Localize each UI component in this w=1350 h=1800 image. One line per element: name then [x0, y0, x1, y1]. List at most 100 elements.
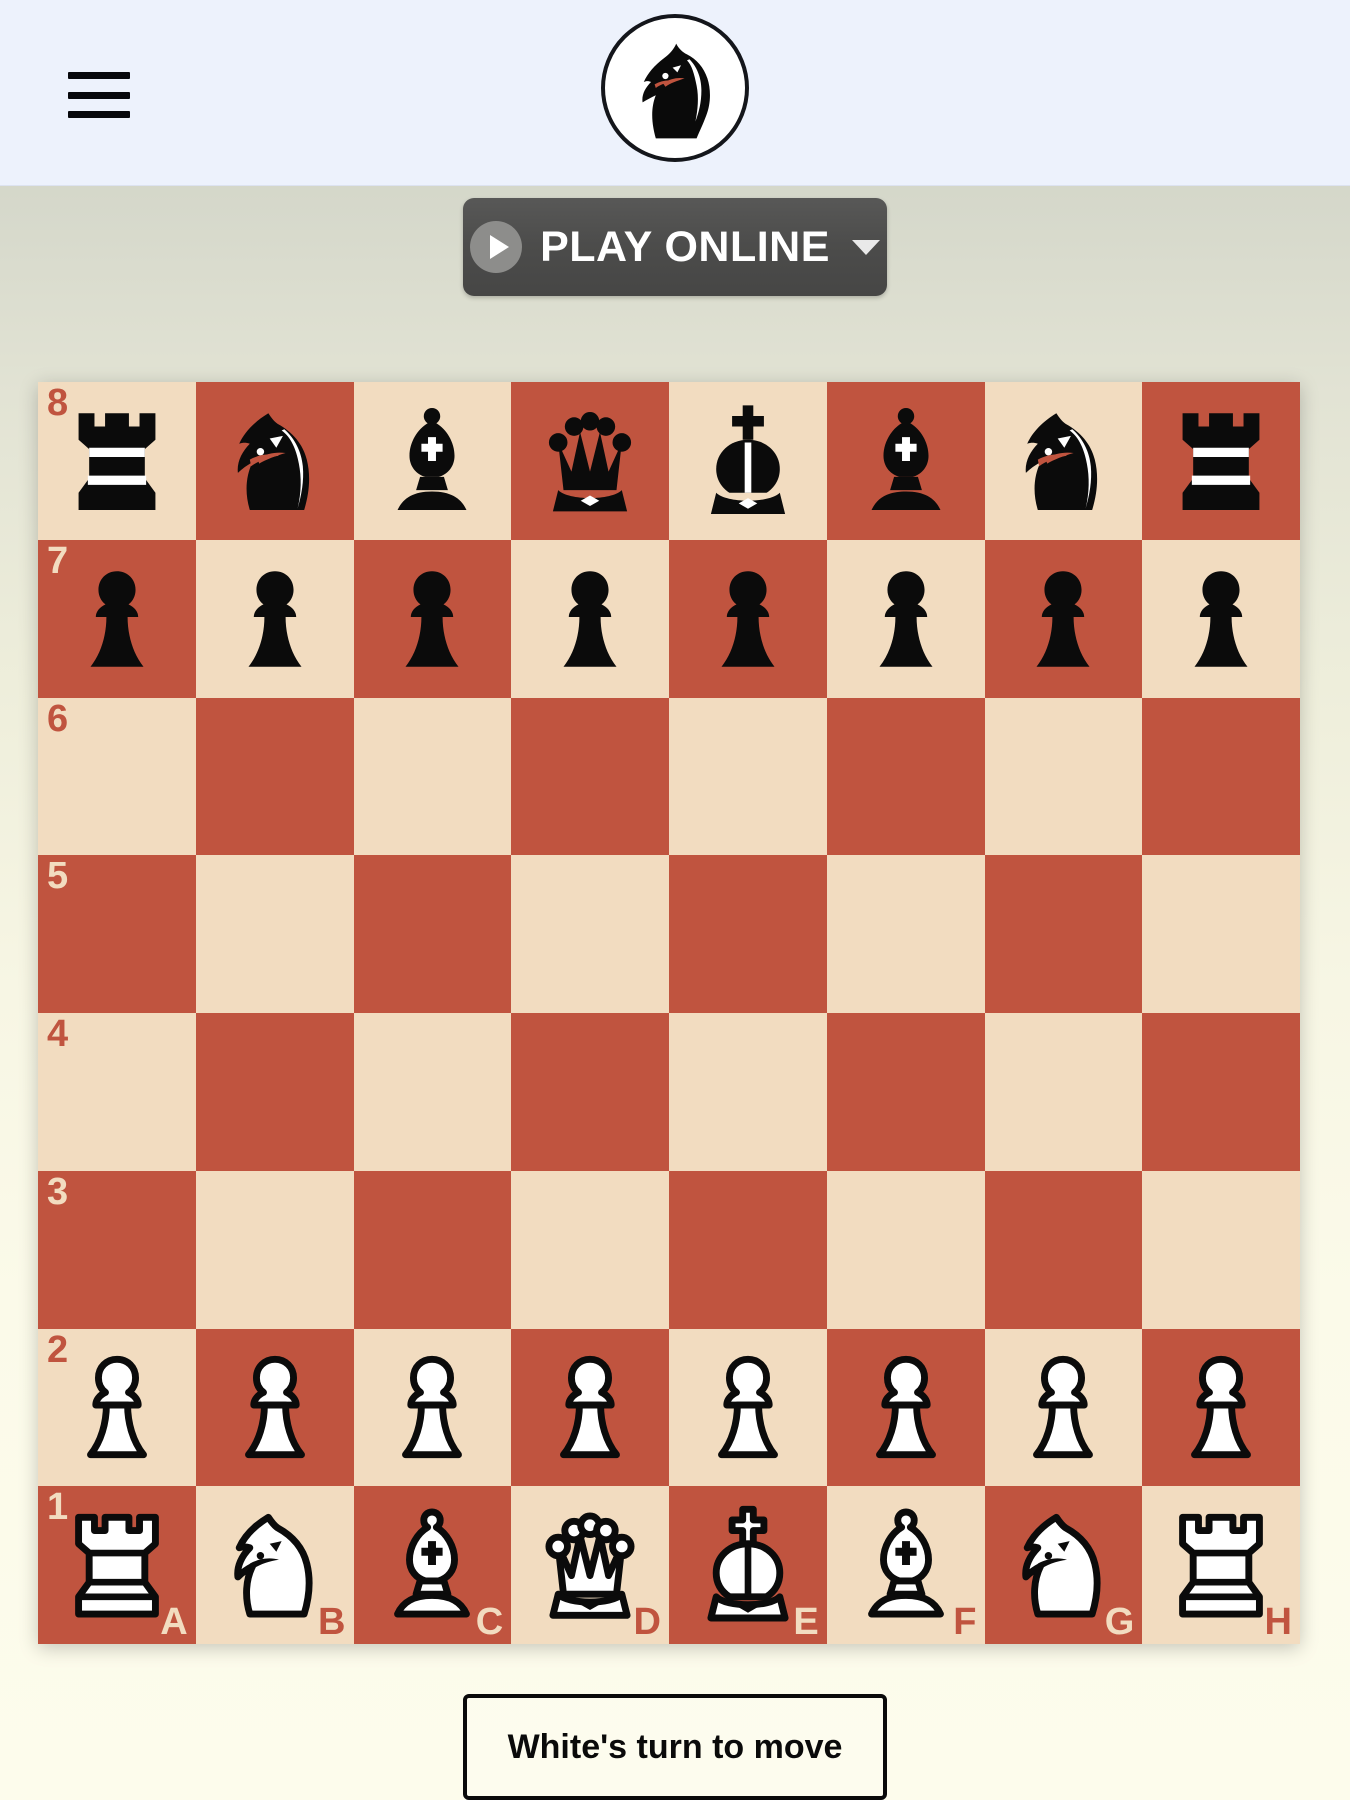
board-square-b6[interactable] [195, 697, 354, 856]
board-square-g1[interactable]: G [984, 1486, 1143, 1644]
board-square-g6[interactable] [984, 697, 1143, 856]
board-square-g5[interactable] [984, 855, 1143, 1013]
board-square-b5[interactable] [195, 855, 354, 1013]
black-pawn-piece[interactable] [1155, 552, 1288, 685]
board-square-c1[interactable]: C [353, 1486, 512, 1644]
board-square-a8[interactable]: 8 [38, 382, 196, 540]
board-square-e2[interactable] [669, 1328, 827, 1487]
hamburger-menu-icon[interactable] [68, 72, 130, 118]
board-square-b1[interactable]: B [195, 1486, 354, 1644]
board-square-c4[interactable] [353, 1013, 512, 1171]
board-square-f7[interactable] [826, 539, 985, 698]
black-rook-piece[interactable] [1155, 395, 1288, 528]
black-queen-piece[interactable] [524, 395, 657, 528]
board-square-e8[interactable] [669, 382, 827, 540]
white-rook-piece[interactable] [1155, 1499, 1288, 1632]
board-square-a1[interactable]: 1A [38, 1486, 196, 1644]
board-square-c3[interactable] [353, 1170, 512, 1329]
black-bishop-piece[interactable] [839, 395, 972, 528]
board-square-h6[interactable] [1142, 697, 1300, 856]
white-knight-piece[interactable] [997, 1499, 1130, 1632]
white-rook-piece[interactable] [51, 1499, 184, 1632]
black-pawn-piece[interactable] [524, 552, 657, 685]
black-pawn-piece[interactable] [682, 552, 815, 685]
board-square-e6[interactable] [669, 697, 827, 856]
board-square-g2[interactable] [984, 1328, 1143, 1487]
white-queen-piece[interactable] [524, 1499, 657, 1632]
white-pawn-piece[interactable] [682, 1341, 815, 1474]
board-square-c2[interactable] [353, 1328, 512, 1487]
black-pawn-piece[interactable] [997, 552, 1130, 685]
board-square-e5[interactable] [669, 855, 827, 1013]
board-square-d7[interactable] [511, 539, 669, 698]
board-square-d4[interactable] [511, 1013, 669, 1171]
black-rook-piece[interactable] [51, 395, 184, 528]
board-square-a6[interactable]: 6 [38, 697, 196, 856]
play-online-button[interactable]: PLAY ONLINE [463, 198, 887, 296]
white-pawn-piece[interactable] [997, 1341, 1130, 1474]
board-square-c5[interactable] [353, 855, 512, 1013]
board-square-e7[interactable] [669, 539, 827, 698]
black-bishop-piece[interactable] [366, 395, 499, 528]
board-square-g3[interactable] [984, 1170, 1143, 1329]
board-square-f6[interactable] [826, 697, 985, 856]
board-square-a7[interactable]: 7 [38, 539, 196, 698]
white-pawn-piece[interactable] [524, 1341, 657, 1474]
board-square-b2[interactable] [195, 1328, 354, 1487]
black-king-piece[interactable] [682, 395, 815, 528]
board-square-d3[interactable] [511, 1170, 669, 1329]
board-square-d2[interactable] [511, 1328, 669, 1487]
black-pawn-piece[interactable] [839, 552, 972, 685]
board-square-h3[interactable] [1142, 1170, 1300, 1329]
board-square-d8[interactable] [511, 382, 669, 540]
board-square-f4[interactable] [826, 1013, 985, 1171]
board-square-d1[interactable]: D [511, 1486, 669, 1644]
caret-down-icon[interactable] [851, 239, 880, 255]
board-square-b4[interactable] [195, 1013, 354, 1171]
board-square-c7[interactable] [353, 539, 512, 698]
board-square-b8[interactable] [195, 382, 354, 540]
white-pawn-piece[interactable] [366, 1341, 499, 1474]
white-pawn-piece[interactable] [208, 1341, 341, 1474]
board-square-f1[interactable]: F [826, 1486, 985, 1644]
white-bishop-piece[interactable] [366, 1499, 499, 1632]
white-pawn-piece[interactable] [51, 1341, 184, 1474]
board-square-a4[interactable]: 4 [38, 1013, 196, 1171]
board-square-h2[interactable] [1142, 1328, 1300, 1487]
board-square-g7[interactable] [984, 539, 1143, 698]
board-square-b3[interactable] [195, 1170, 354, 1329]
board-square-d6[interactable] [511, 697, 669, 856]
black-pawn-piece[interactable] [208, 552, 341, 685]
white-knight-piece[interactable] [208, 1499, 341, 1632]
board-square-c8[interactable] [353, 382, 512, 540]
board-square-e1[interactable]: E [669, 1486, 827, 1644]
board-square-e4[interactable] [669, 1013, 827, 1171]
board-square-f2[interactable] [826, 1328, 985, 1487]
white-bishop-piece[interactable] [839, 1499, 972, 1632]
board-square-f8[interactable] [826, 382, 985, 540]
board-square-e3[interactable] [669, 1170, 827, 1329]
board-square-d5[interactable] [511, 855, 669, 1013]
black-pawn-piece[interactable] [366, 552, 499, 685]
board-square-h5[interactable] [1142, 855, 1300, 1013]
board-square-b7[interactable] [195, 539, 354, 698]
black-knight-piece[interactable] [997, 395, 1130, 528]
board-square-h1[interactable]: H [1142, 1486, 1300, 1644]
board-square-f5[interactable] [826, 855, 985, 1013]
black-knight-piece[interactable] [208, 395, 341, 528]
board-square-a5[interactable]: 5 [38, 855, 196, 1013]
board-square-c6[interactable] [353, 697, 512, 856]
board-square-a2[interactable]: 2 [38, 1328, 196, 1487]
chess-board[interactable]: 8 7654321A B C D E F G H [38, 382, 1300, 1644]
white-pawn-piece[interactable] [1155, 1341, 1288, 1474]
white-pawn-piece[interactable] [839, 1341, 972, 1474]
board-square-f3[interactable] [826, 1170, 985, 1329]
board-square-a3[interactable]: 3 [38, 1170, 196, 1329]
board-square-h4[interactable] [1142, 1013, 1300, 1171]
black-pawn-piece[interactable] [51, 552, 184, 685]
board-square-g4[interactable] [984, 1013, 1143, 1171]
board-square-h8[interactable] [1142, 382, 1300, 540]
knight-head-logo-icon[interactable] [601, 14, 749, 162]
board-square-g8[interactable] [984, 382, 1143, 540]
white-king-piece[interactable] [682, 1499, 815, 1632]
